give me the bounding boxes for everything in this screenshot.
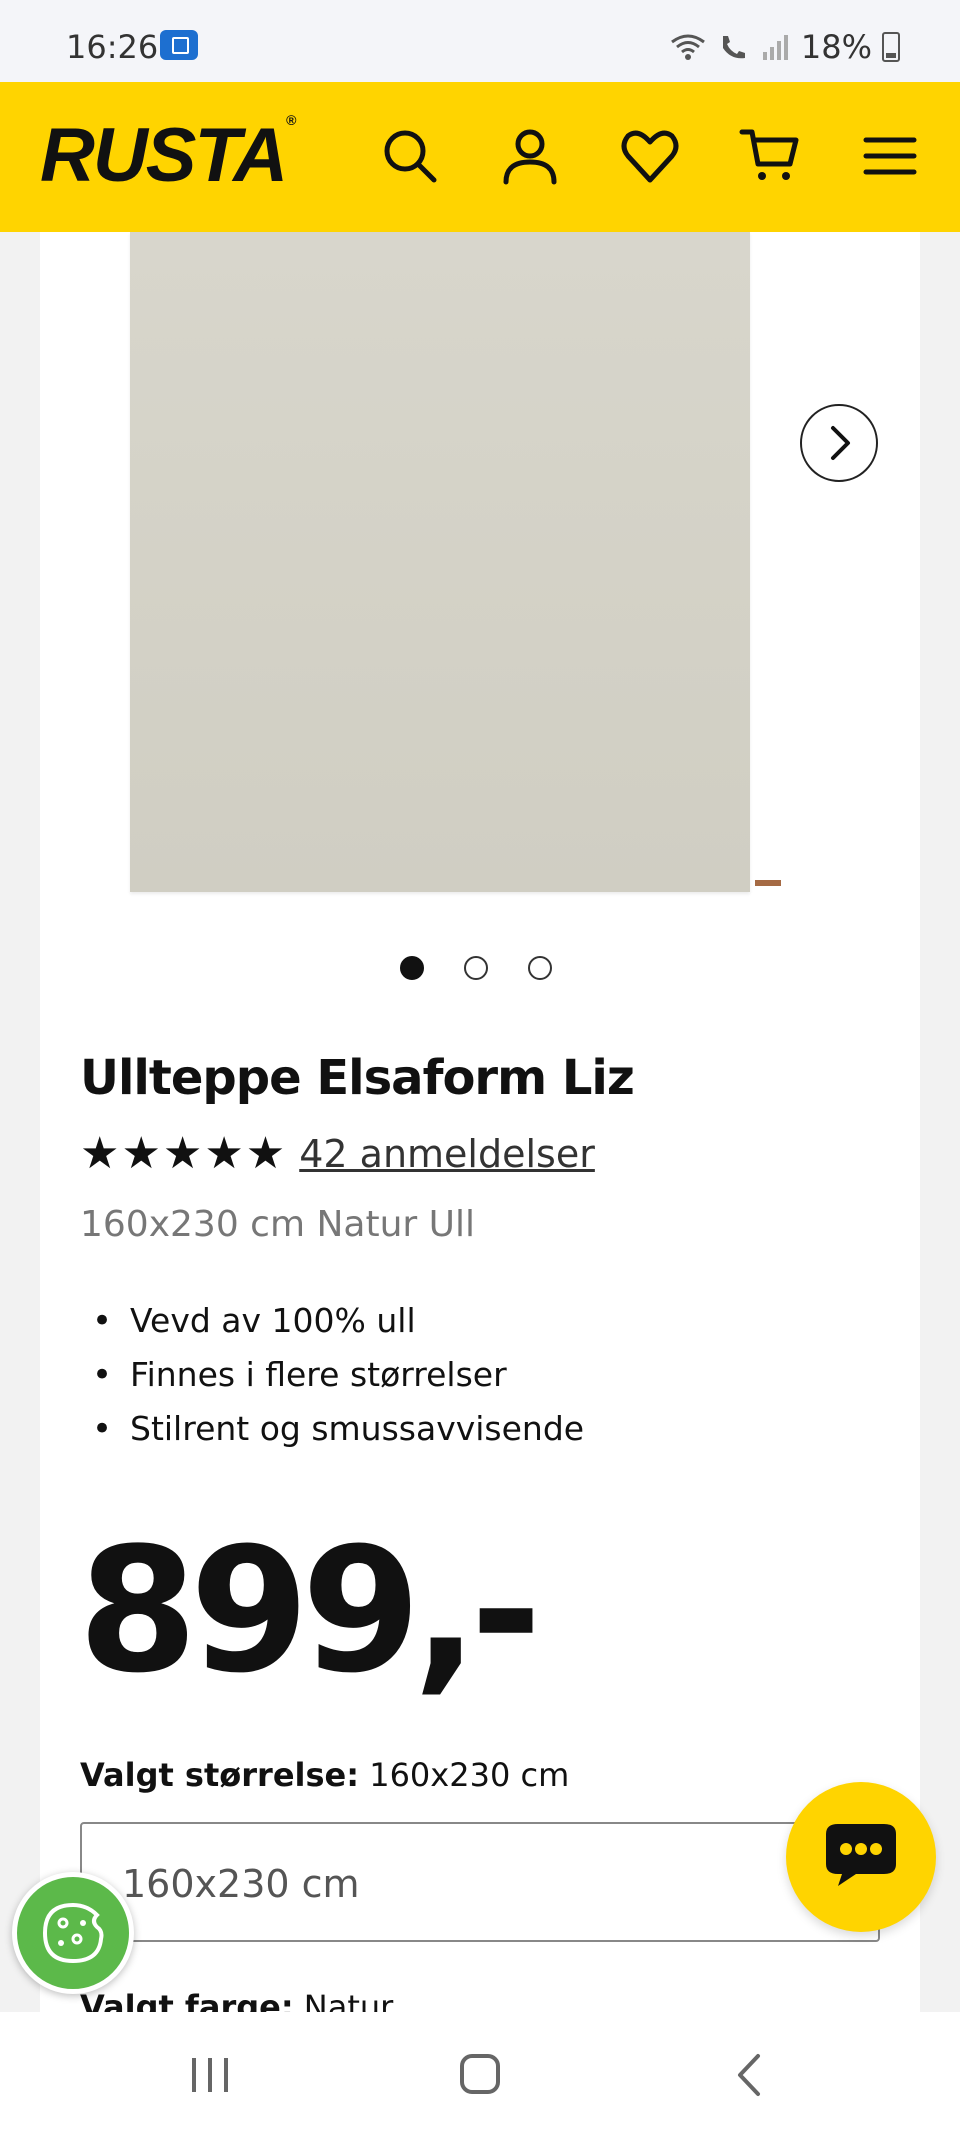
site-header: RUSTA® xyxy=(0,82,960,232)
battery-percent: 18% xyxy=(800,28,872,66)
reviews-link[interactable]: 42 anmeldelser xyxy=(299,1132,595,1176)
gallery-next-button[interactable] xyxy=(800,404,878,482)
product-price: 899,- xyxy=(78,1510,542,1711)
feature-item: Vevd av 100% ull xyxy=(92,1294,584,1348)
size-select-value: 160x230 cm xyxy=(122,1862,360,1906)
product-image[interactable] xyxy=(130,232,750,892)
cookie-settings-button[interactable] xyxy=(12,1872,134,1994)
rusta-logo[interactable]: RUSTA® xyxy=(40,112,297,199)
logo-registered-mark: ® xyxy=(286,112,296,128)
rug-label-tag xyxy=(755,880,781,886)
account-icon[interactable] xyxy=(498,124,562,188)
cart-icon[interactable] xyxy=(738,124,802,188)
product-variant: 160x230 cm Natur Ull xyxy=(80,1204,475,1245)
battery-icon xyxy=(882,32,900,62)
product-rating: ★★★★★ 42 anmeldelser xyxy=(80,1128,595,1179)
size-label-title: Valgt størrelse: xyxy=(80,1756,360,1794)
gallery-pagination xyxy=(400,956,552,980)
gallery-dot[interactable] xyxy=(400,956,424,980)
logo-text: RUSTA xyxy=(40,113,288,198)
cookie-icon xyxy=(42,1902,104,1964)
home-icon[interactable] xyxy=(450,2050,510,2100)
back-icon[interactable] xyxy=(720,2050,780,2100)
menu-icon[interactable] xyxy=(858,124,922,188)
size-label-value: 160x230 cm xyxy=(369,1756,570,1794)
size-label: Valgt størrelse: 160x230 cm xyxy=(80,1756,569,1794)
recent-apps-icon[interactable] xyxy=(180,2050,240,2100)
status-indicators: 18% xyxy=(669,28,900,66)
size-select[interactable]: 160x230 cm xyxy=(80,1822,880,1942)
call-icon xyxy=(722,36,745,59)
search-icon[interactable] xyxy=(378,124,442,188)
status-bar: 16:26 18% xyxy=(0,0,960,82)
feature-item: Finnes i flere størrelser xyxy=(92,1348,584,1402)
feature-item: Stilrent og smussavvisende xyxy=(92,1402,584,1456)
chat-button[interactable] xyxy=(786,1782,936,1932)
wifi-icon xyxy=(670,34,705,60)
status-time: 16:26 xyxy=(66,28,159,66)
heart-icon[interactable] xyxy=(618,124,682,188)
system-nav-bar xyxy=(0,2012,960,2133)
product-title: Ullteppe Elsaform Liz xyxy=(80,1050,635,1106)
gallery-dot[interactable] xyxy=(528,956,552,980)
app-notification-icon xyxy=(160,30,198,60)
gallery-dot[interactable] xyxy=(464,956,488,980)
rating-stars: ★★★★★ xyxy=(80,1128,288,1179)
feature-list: Vevd av 100% ull Finnes i flere størrels… xyxy=(92,1294,584,1456)
signal-icon xyxy=(762,35,788,60)
chat-bubble-icon xyxy=(826,1824,896,1886)
chevron-right-icon xyxy=(831,426,850,460)
